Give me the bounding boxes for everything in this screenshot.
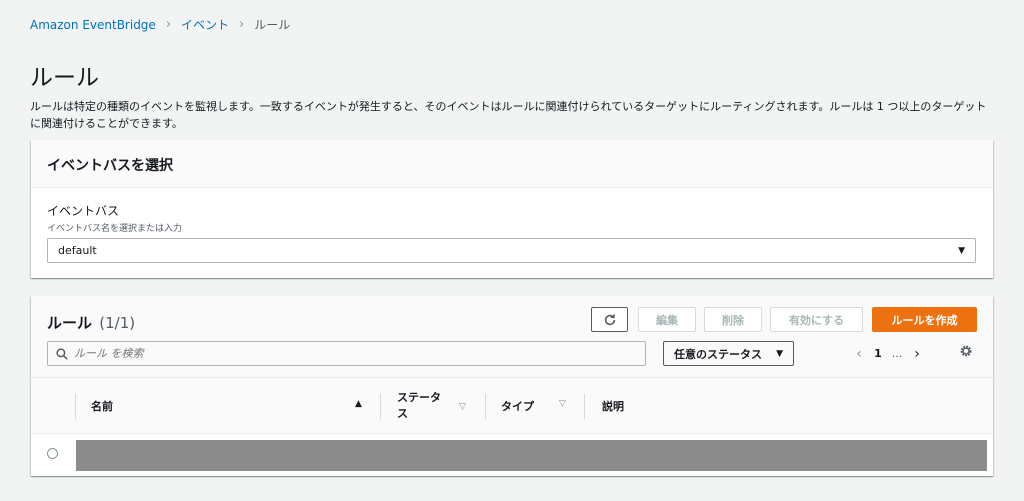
column-divider xyxy=(380,394,381,419)
event-bus-description: イベントバス名を選択または入力 xyxy=(47,224,183,234)
gear-icon[interactable] xyxy=(959,344,973,358)
breadcrumb: Amazon EventBridge › イベント › ルール xyxy=(30,16,290,33)
column-divider xyxy=(584,394,585,419)
rule-search xyxy=(47,341,646,366)
redacted-row-content xyxy=(76,440,987,471)
page-title: ルール xyxy=(30,65,99,91)
event-bus-label: イベントバス xyxy=(47,204,120,218)
page-description: ルールは特定の種類のイベントを監視します。一致するイベントが発生すると、そのイベ… xyxy=(30,100,987,130)
sort-ascending-icon[interactable]: ▲ xyxy=(355,399,362,409)
breadcrumb-link-events[interactable]: イベント xyxy=(181,16,229,33)
caret-down-icon: ▼ xyxy=(776,348,783,359)
event-bus-panel-title: イベントバスを選択 xyxy=(47,158,173,174)
caret-down-icon: ▼ xyxy=(958,245,965,256)
rule-search-input[interactable] xyxy=(74,347,614,360)
edit-button[interactable]: 編集 xyxy=(638,307,696,332)
column-header-status-label: ステータス xyxy=(397,391,441,420)
event-bus-field: イベントバス イベントバス名を選択または入力 default ▼ xyxy=(31,188,993,263)
rules-title-text: ルール xyxy=(47,314,93,332)
chevron-right-icon[interactable]: › xyxy=(907,346,927,362)
event-bus-panel-header: イベントバスを選択 xyxy=(31,140,993,188)
column-header-description: 説明 xyxy=(602,400,624,413)
search-icon xyxy=(56,347,68,360)
column-divider xyxy=(75,394,76,419)
rules-panel-title: ルール (1/1) xyxy=(47,312,135,333)
status-filter-value: 任意のステータス xyxy=(674,347,762,361)
rules-panel: ルール (1/1) 編集 削除 有効にする ルールを作成 任意のステータス ▼ … xyxy=(31,296,993,476)
table-row[interactable] xyxy=(31,434,993,476)
pagination: ‹ 1 ... › xyxy=(849,341,927,366)
rules-count: (1/1) xyxy=(99,314,136,332)
enable-button[interactable]: 有効にする xyxy=(770,307,863,332)
refresh-button[interactable] xyxy=(591,307,628,332)
create-rule-button[interactable]: ルールを作成 xyxy=(872,307,977,332)
chevron-left-icon[interactable]: ‹ xyxy=(849,346,869,362)
event-bus-panel: イベントバスを選択 イベントバス イベントバス名を選択または入力 default… xyxy=(31,140,993,278)
column-header-type[interactable]: タイプ xyxy=(501,378,534,434)
breadcrumb-current: ルール xyxy=(254,18,291,32)
page-number[interactable]: 1 xyxy=(869,347,887,360)
rules-panel-header: ルール (1/1) 編集 削除 有効にする ルールを作成 任意のステータス ▼ … xyxy=(31,296,993,378)
event-bus-select-value: default xyxy=(58,244,97,257)
column-divider xyxy=(485,394,486,419)
page-ellipsis: ... xyxy=(891,347,903,360)
refresh-icon xyxy=(604,313,615,325)
status-filter-select[interactable]: 任意のステータス ▼ xyxy=(663,341,794,366)
sort-icon[interactable]: ▽ xyxy=(459,402,466,412)
event-bus-select[interactable]: default ▼ xyxy=(47,238,976,263)
rules-table-header: 名前 ▲ ステータス ▽ タイプ ▽ 説明 xyxy=(31,378,993,434)
chevron-right-icon: › xyxy=(239,17,245,32)
column-header-status[interactable]: ステータス xyxy=(397,378,445,434)
sort-icon[interactable]: ▽ xyxy=(559,399,566,409)
column-header-name[interactable]: 名前 xyxy=(91,378,113,434)
delete-button[interactable]: 削除 xyxy=(704,307,762,332)
breadcrumb-link-eventbridge[interactable]: Amazon EventBridge xyxy=(30,18,156,32)
chevron-right-icon: › xyxy=(165,17,172,32)
row-radio[interactable] xyxy=(47,448,58,459)
